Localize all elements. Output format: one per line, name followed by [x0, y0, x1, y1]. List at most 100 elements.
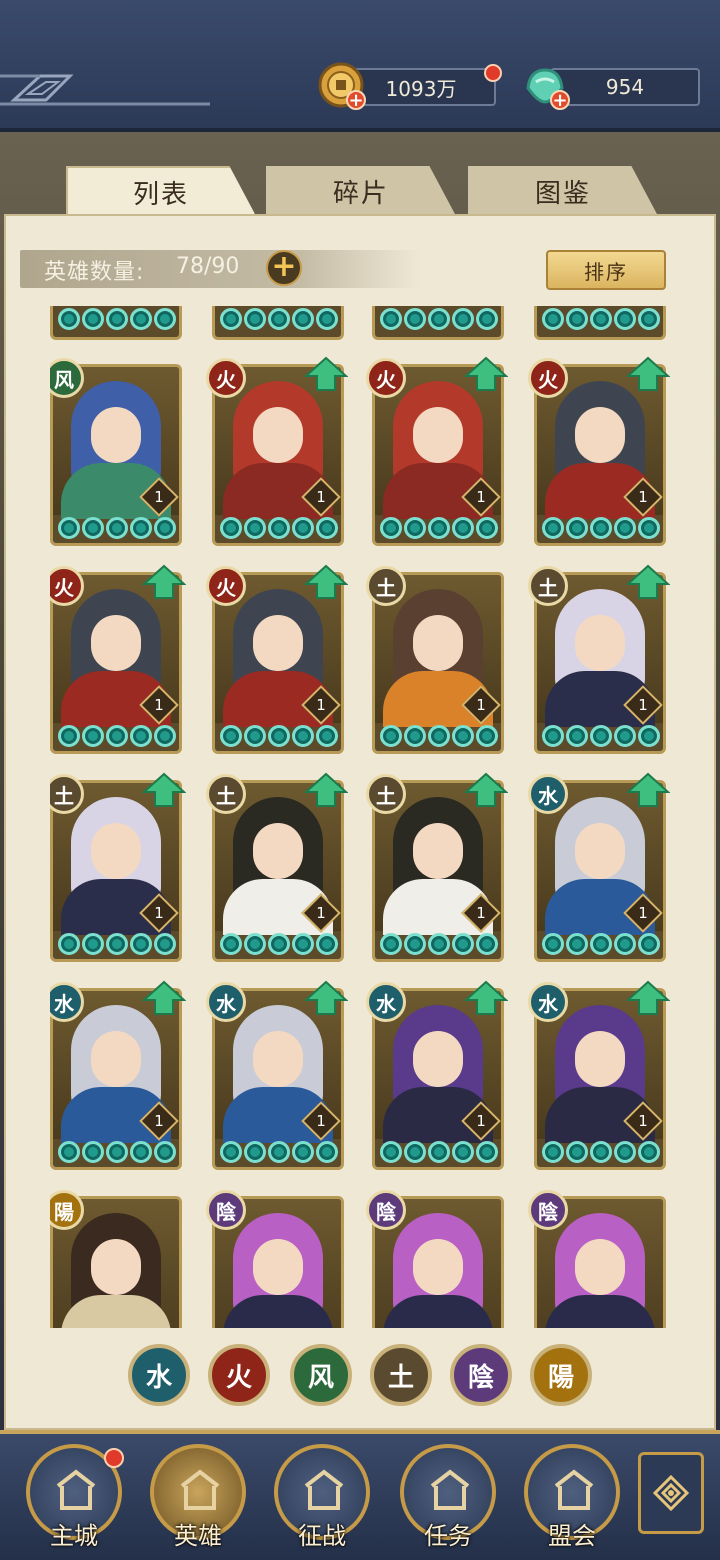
star-icon: [542, 517, 564, 539]
filter-yin-button[interactable]: 陰: [450, 1344, 512, 1406]
expand-capacity-button[interactable]: +: [266, 250, 302, 286]
lattice-menu-icon: [652, 1474, 690, 1512]
coin-amount: 1093万: [346, 68, 496, 106]
tab-fragments[interactable]: 碎片: [266, 166, 456, 216]
star-icon: [316, 725, 338, 747]
star-icon: [404, 517, 426, 539]
star-row: [219, 1141, 339, 1165]
sort-button[interactable]: 排序: [546, 250, 666, 290]
star-icon: [590, 933, 612, 955]
star-icon: [404, 1141, 426, 1163]
nav-label: 主城: [50, 1522, 98, 1550]
star-row: [57, 933, 177, 957]
star-icon: [292, 308, 314, 330]
hero-face: [253, 407, 303, 463]
hero-face: [91, 1239, 141, 1295]
star-icon: [542, 725, 564, 747]
star-icon: [154, 1141, 176, 1163]
level-value: 1: [638, 488, 648, 506]
star-icon: [404, 725, 426, 747]
hero-face: [413, 823, 463, 879]
tab-list[interactable]: 列表: [66, 166, 256, 216]
tab-collection[interactable]: 图鉴: [468, 166, 658, 216]
upgrade-arrow-icon: [142, 564, 186, 599]
star-row: [219, 725, 339, 749]
hero-face: [91, 407, 141, 463]
hero-face: [91, 1031, 141, 1087]
hero-face: [575, 1239, 625, 1295]
more-menu-button[interactable]: [638, 1452, 704, 1534]
star-icon: [476, 517, 498, 539]
upgrade-arrow-icon: [626, 356, 670, 391]
level-value: 1: [154, 488, 164, 506]
scroll-icon: [430, 1469, 470, 1510]
filter-yang-button[interactable]: 陽: [530, 1344, 592, 1406]
star-icon: [614, 725, 636, 747]
star-icon: [380, 308, 402, 330]
nav-label: 盟会: [548, 1522, 596, 1550]
star-icon: [590, 308, 612, 330]
drum-icon: [304, 1469, 344, 1510]
filter-water-button[interactable]: 水: [128, 1344, 190, 1406]
level-value: 1: [316, 1112, 326, 1130]
element-filter-bar: 水火风土陰陽: [0, 1344, 720, 1410]
star-row: [541, 933, 661, 957]
hero-card-partial[interactable]: [212, 306, 344, 340]
star-icon: [130, 725, 152, 747]
nav-label: 征战: [298, 1522, 346, 1550]
hero-card-partial[interactable]: [534, 306, 666, 340]
star-icon: [380, 933, 402, 955]
star-icon: [380, 725, 402, 747]
filter-fire-button[interactable]: 火: [208, 1344, 270, 1406]
coin-resource[interactable]: 1093万 +: [318, 62, 502, 110]
pavilion-icon: [554, 1469, 594, 1510]
star-icon: [106, 725, 128, 747]
level-value: 1: [638, 1112, 648, 1130]
star-icon: [614, 933, 636, 955]
star-icon: [58, 517, 80, 539]
filter-wind-button[interactable]: 风: [290, 1344, 352, 1406]
jade-resource[interactable]: 954 +: [522, 62, 702, 110]
star-icon: [130, 933, 152, 955]
star-icon: [542, 1141, 564, 1163]
star-row: [541, 308, 661, 330]
element-badge-water: 水: [206, 982, 246, 1022]
star-row: [219, 933, 339, 957]
star-icon: [316, 1141, 338, 1163]
hero-face: [413, 1239, 463, 1295]
level-value: 1: [638, 696, 648, 714]
upgrade-arrow-icon: [142, 772, 186, 807]
star-row: [219, 517, 339, 541]
star-icon: [590, 1141, 612, 1163]
star-row: [57, 1141, 177, 1165]
star-icon: [476, 933, 498, 955]
level-value: 1: [476, 696, 486, 714]
upgrade-arrow-icon: [464, 356, 508, 391]
hero-card-partial[interactable]: [50, 306, 182, 340]
star-icon: [220, 725, 242, 747]
star-icon: [154, 308, 176, 330]
star-icon: [58, 308, 80, 330]
star-row: [379, 517, 499, 541]
filter-earth-button[interactable]: 土: [370, 1344, 432, 1406]
hero-face: [413, 615, 463, 671]
star-icon: [82, 517, 104, 539]
star-row: [57, 308, 177, 330]
upgrade-arrow-icon: [464, 980, 508, 1015]
hero-card-partial[interactable]: [372, 306, 504, 340]
star-icon: [316, 517, 338, 539]
star-icon: [292, 517, 314, 539]
upgrade-arrow-icon: [142, 980, 186, 1015]
star-icon: [380, 1141, 402, 1163]
star-icon: [106, 933, 128, 955]
star-icon: [58, 933, 80, 955]
star-icon: [220, 1141, 242, 1163]
star-icon: [452, 1141, 474, 1163]
star-icon: [154, 517, 176, 539]
add-jade-button[interactable]: +: [550, 90, 570, 110]
star-row: [541, 725, 661, 749]
upgrade-arrow-icon: [464, 772, 508, 807]
add-coin-button[interactable]: +: [346, 90, 366, 110]
level-value: 1: [476, 1112, 486, 1130]
star-icon: [220, 517, 242, 539]
